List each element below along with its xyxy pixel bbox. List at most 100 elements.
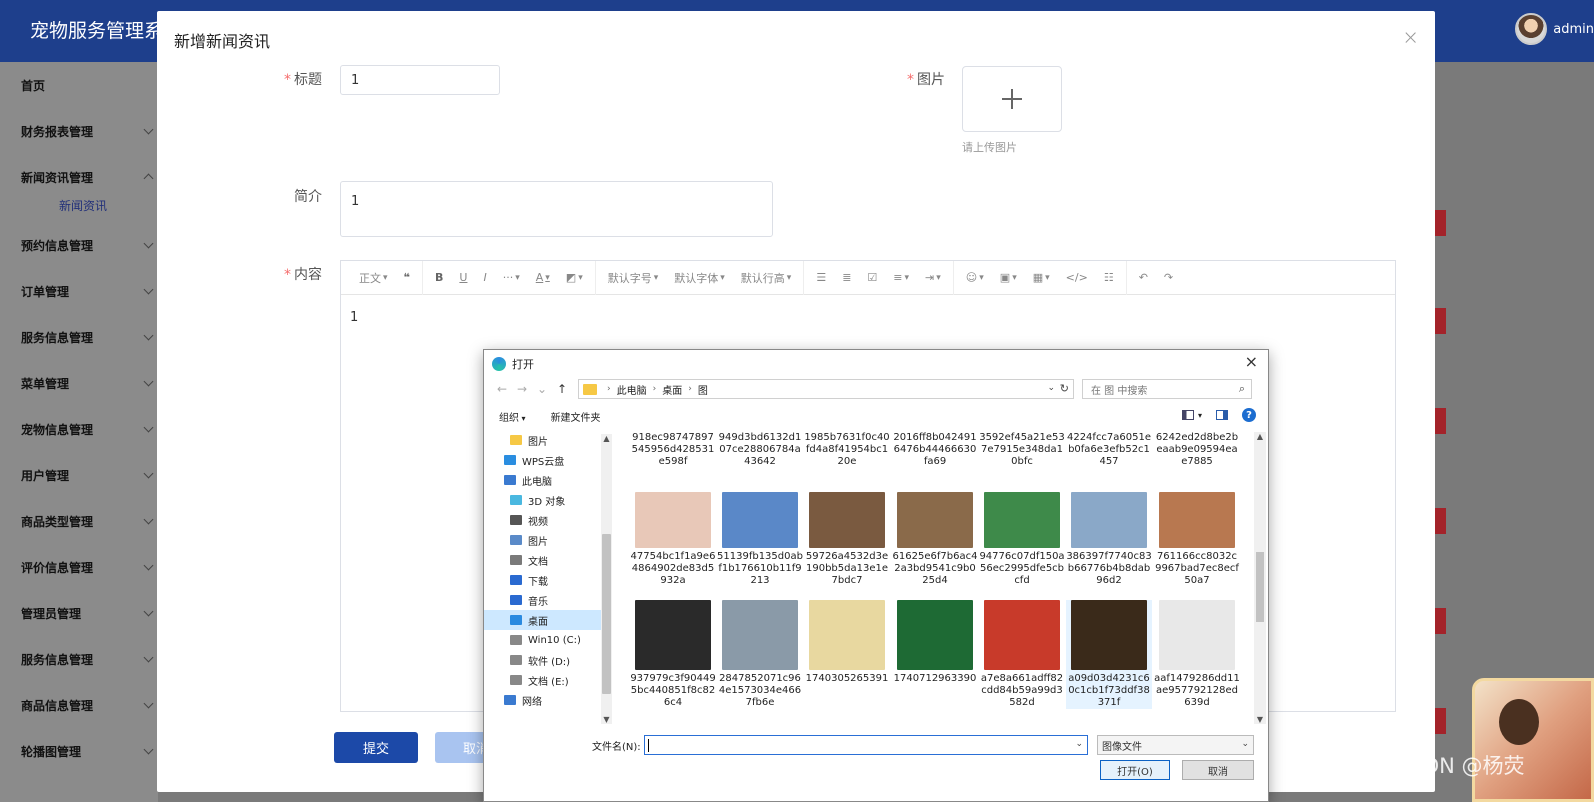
chevron-down-icon[interactable] — [143, 652, 154, 663]
chevron-down-icon[interactable]: ⌄ — [1075, 739, 1083, 749]
chevron-down-icon[interactable] — [143, 330, 154, 341]
paragraph-select[interactable]: 正文 — [351, 261, 396, 295]
sidebar-item[interactable]: 订单管理 — [0, 268, 158, 314]
file-item[interactable]: a7e8a661adff82cdd84b59a99d3582d — [979, 600, 1065, 709]
chevron-down-icon[interactable] — [143, 238, 154, 249]
refresh-icon[interactable]: ↻ — [1060, 382, 1069, 395]
code-icon[interactable]: </> — [1058, 261, 1096, 295]
chevron-down-icon[interactable] — [143, 124, 154, 135]
file-item[interactable]: 949d3bd6132d107ce28806784a43642 — [717, 432, 803, 468]
up-arrow-icon[interactable]: ↑ — [552, 382, 572, 396]
tree-scrollbar[interactable]: ▲ ▼ — [601, 434, 612, 724]
file-item[interactable]: 47754bc1f1a9e64864902de83d5932a — [630, 492, 716, 587]
sidebar-item[interactable]: 预约信息管理 — [0, 222, 158, 268]
chevron-down-icon[interactable] — [143, 422, 154, 433]
file-item[interactable]: 4224fcc7a6051eb0fa6e3efb52c1457 — [1066, 432, 1152, 468]
chevron-down-icon[interactable] — [143, 284, 154, 295]
chevron-up-icon[interactable] — [143, 173, 154, 184]
scrollbar-thumb[interactable] — [602, 534, 611, 694]
user-menu[interactable]: admin — [1515, 13, 1594, 45]
file-item[interactable]: 6242ed2d8be2beaab9e09594eae7885 — [1154, 432, 1240, 468]
chevron-down-icon[interactable]: ⌄ — [1241, 739, 1249, 749]
tree-item[interactable]: 下载 — [484, 570, 612, 590]
file-item[interactable]: 918ec98747897545956d428531e598f — [630, 432, 716, 468]
tree-item[interactable]: 文档 (E:) — [484, 670, 612, 690]
divider-icon[interactable]: ☷ — [1096, 261, 1122, 295]
floating-ad-image[interactable] — [1472, 678, 1594, 802]
file-item[interactable]: 1740305265391 — [804, 600, 890, 685]
chevron-down-icon[interactable] — [143, 744, 154, 755]
tree-item[interactable]: 图片 — [484, 430, 612, 450]
undo-icon[interactable]: ↶ — [1131, 261, 1156, 295]
scrollbar-thumb[interactable] — [1256, 552, 1264, 622]
numbered-list-icon[interactable]: ≣ — [834, 261, 859, 295]
background-color-icon[interactable]: ◩ — [558, 261, 591, 295]
image-icon[interactable]: ▣ — [992, 261, 1025, 295]
chevron-right-icon[interactable]: › — [653, 384, 657, 394]
view-menu[interactable]: ▾ — [1181, 410, 1202, 420]
tree-item[interactable]: WPS云盘 — [484, 450, 612, 470]
bold-icon[interactable]: B — [427, 261, 451, 295]
chevron-down-icon[interactable]: ▼ — [1254, 715, 1266, 724]
line-height-select[interactable]: 默认行高 — [733, 261, 800, 295]
avatar[interactable] — [1515, 13, 1548, 45]
dialog-cancel-button[interactable]: 取消 — [1182, 760, 1254, 780]
table-icon[interactable]: ▦ — [1025, 261, 1058, 295]
organize-button[interactable]: 组织 — [499, 409, 526, 424]
help-icon[interactable]: ? — [1242, 408, 1256, 422]
chevron-down-icon[interactable] — [143, 606, 154, 617]
chevron-up-icon[interactable]: ▲ — [1254, 432, 1266, 441]
breadcrumb-item[interactable]: 图 — [698, 382, 708, 397]
sidebar-item[interactable]: 首页 — [0, 62, 158, 108]
sidebar-item[interactable]: 用户管理 — [0, 452, 158, 498]
italic-icon[interactable]: I — [475, 261, 494, 295]
new-folder-button[interactable]: 新建文件夹 — [551, 409, 601, 424]
file-item[interactable]: 2016ff8b0424916476b44466630fa69 — [892, 432, 978, 468]
sidebar-item[interactable]: 菜单管理 — [0, 360, 158, 406]
chevron-down-icon[interactable]: ▾ — [1198, 411, 1202, 420]
view-icon[interactable] — [1181, 410, 1194, 420]
breadcrumb-item[interactable]: 桌面 — [662, 382, 682, 397]
font-size-select[interactable]: 默认字号 — [600, 261, 667, 295]
chevron-down-icon[interactable] — [143, 514, 154, 525]
sidebar-item[interactable]: 管理员管理 — [0, 590, 158, 636]
file-item[interactable]: 51139fb135d0abf1b176610b11f9213 — [717, 492, 803, 587]
filetype-value[interactable]: 图像文件 — [1102, 738, 1142, 753]
indent-icon[interactable]: ⇥ — [917, 261, 949, 295]
file-item[interactable]: 1985b7631f0c40fd4a8f41954bc120e — [804, 432, 890, 468]
sidebar-item[interactable]: 商品信息管理 — [0, 682, 158, 728]
font-family-select[interactable]: 默认字体 — [666, 261, 733, 295]
image-upload[interactable] — [962, 66, 1062, 132]
sidebar-item[interactable]: 评价信息管理 — [0, 544, 158, 590]
font-color-icon[interactable]: A — [528, 261, 558, 295]
editor-content[interactable]: 1 — [350, 310, 358, 325]
breadcrumb-item[interactable]: 此电脑 — [617, 382, 647, 397]
search-input[interactable]: 在 图 中搜索 ⌕ — [1082, 379, 1252, 399]
sidebar-item[interactable]: 轮播图管理 — [0, 728, 158, 774]
sidebar-item[interactable]: 宠物信息管理 — [0, 406, 158, 452]
more-icon[interactable]: ··· — [495, 261, 528, 295]
back-arrow-icon[interactable]: ← — [492, 382, 512, 396]
bullet-list-icon[interactable]: ☰ — [808, 261, 834, 295]
redo-icon[interactable]: ↷ — [1156, 261, 1181, 295]
recent-chevron-icon[interactable]: ⌄ — [532, 382, 552, 396]
file-item[interactable]: aaf1479286dd11ae957792128ed639d — [1154, 600, 1240, 709]
filetype-select[interactable]: 图像文件 ⌄ — [1097, 735, 1254, 755]
file-item[interactable]: 94776c07df150a56ec2995dfe5cbcfd — [979, 492, 1065, 587]
file-item[interactable]: 937979c3f904495bc440851f8c826c4 — [630, 600, 716, 709]
file-item[interactable]: 1740712963390 — [892, 600, 978, 685]
sidebar-item[interactable]: 商品类型管理 — [0, 498, 158, 544]
username[interactable]: admin — [1553, 22, 1594, 37]
tree-item[interactable]: 音乐 — [484, 590, 612, 610]
title-input[interactable]: 1 — [340, 65, 500, 95]
chevron-down-icon[interactable] — [143, 698, 154, 709]
file-item[interactable]: 761166cc8032c9967bad7ec8ecf50a7 — [1154, 492, 1240, 587]
chevron-down-icon[interactable]: ⌄ — [1047, 383, 1055, 393]
open-button[interactable]: 打开(O) — [1100, 760, 1170, 780]
file-item[interactable]: 3592ef45a21e537e7915e348da10bfc — [979, 432, 1065, 468]
tree-item[interactable]: 视频 — [484, 510, 612, 530]
file-item[interactable]: 61625e6f7b6ac42a3bd9541c9b025d4 — [892, 492, 978, 587]
align-icon[interactable]: ≡ — [885, 261, 917, 295]
tree-item[interactable]: 软件 (D:) — [484, 650, 612, 670]
cancel-button[interactable]: 取消 — [435, 732, 485, 763]
